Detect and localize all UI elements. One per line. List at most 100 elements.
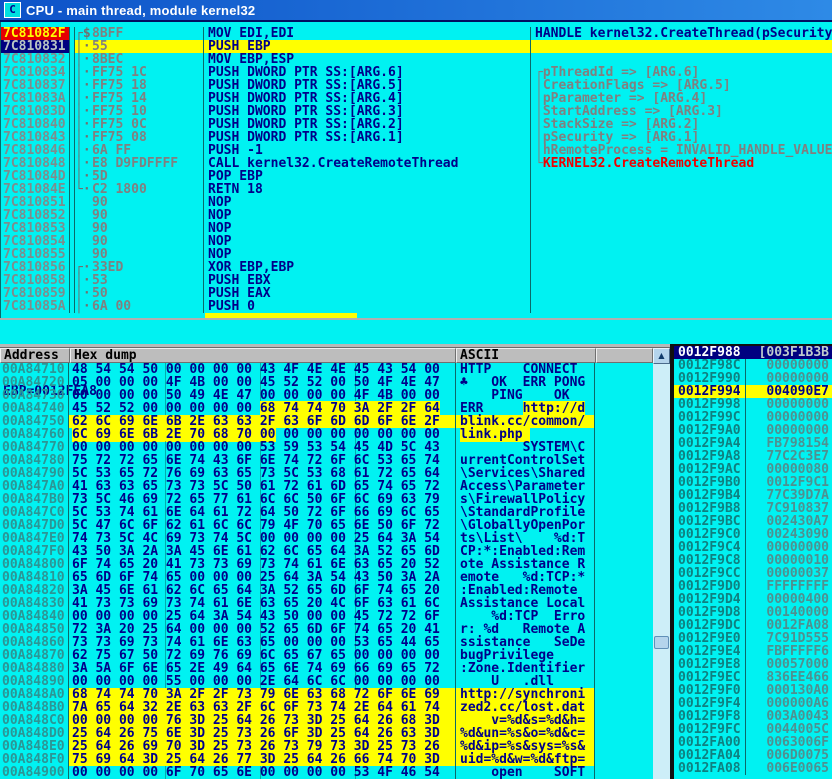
dump-extra-column	[595, 584, 653, 597]
window-title: CPU - main thread, module kernel32	[26, 3, 255, 18]
dump-extra-column	[595, 545, 653, 558]
dump-header-extra	[596, 348, 653, 363]
dump-extra-column	[595, 428, 653, 441]
dump-extra-column	[595, 766, 653, 779]
disasm-row[interactable]: 7C81085590NOP	[1, 248, 832, 261]
dump-extra-column	[595, 610, 653, 623]
dump-header-address: Address	[0, 348, 70, 363]
dump-address: 00A84900	[0, 766, 69, 779]
disasm-row[interactable]: 7C810848│·E8 D9FDFFFFCALL kernel32.Creat…	[1, 157, 832, 170]
comment-bracket: │	[535, 131, 543, 144]
dump-extra-column	[595, 558, 653, 571]
scrollbar-thumb[interactable]	[654, 636, 669, 649]
scroll-up-button[interactable]: ▲	[653, 348, 670, 364]
disasm-comment: │pSecurity => [ARG.1]	[530, 131, 832, 144]
dump-extra-column	[595, 636, 653, 649]
disasm-row[interactable]: 7C810856┌·33EDXOR EBP,EBP	[1, 261, 832, 274]
dump-extra-column	[595, 753, 653, 766]
disasm-comment	[530, 40, 832, 53]
disasm-row[interactable]: 7C81085290NOP	[1, 209, 832, 222]
dump-extra-column	[595, 740, 653, 753]
disassembly-pane[interactable]: 7C81082F┌$8BFFMOV EDI,EDIHANDLE kernel32…	[0, 22, 832, 318]
flow-bracket: │·	[75, 300, 92, 313]
dump-ascii: open SOFT	[455, 766, 595, 779]
disasm-comment: │StartAddress => [ARG.3]	[530, 105, 832, 118]
disasm-comment: └KERNEL32.CreateRemoteThread	[530, 157, 832, 170]
disasm-comment	[530, 300, 832, 313]
dump-extra-column	[595, 662, 653, 675]
comment-bracket: └	[535, 157, 543, 170]
dump-extra-column	[595, 493, 653, 506]
disasm-row[interactable]: 7C81082F┌$8BFFMOV EDI,EDIHANDLE kernel32…	[1, 27, 832, 40]
stack-value: 006E0065	[746, 762, 832, 775]
comment-text: pSecurity => [ARG.1]	[543, 131, 700, 144]
disasm-bytes: │·6A 00	[75, 300, 203, 313]
dump-hex: 00 00 00 00 6F 70 65 6E 00 00 00 00 53 4…	[69, 766, 455, 779]
disasm-comment: HANDLE kernel32.CreateThread(pSecurity	[530, 27, 832, 40]
stack-address: 0012FA08	[674, 762, 746, 775]
dump-extra-column	[595, 532, 653, 545]
disasm-comment	[530, 222, 832, 235]
disasm-row[interactable]: 7C810858│·53PUSH EBX	[1, 274, 832, 287]
dump-extra-column	[595, 727, 653, 740]
disasm-comment	[530, 261, 832, 274]
info-pane: Stack [0012F984]=7C800000 (kernel32.<STR…	[0, 318, 832, 344]
disasm-row[interactable]: 7C81085390NOP	[1, 222, 832, 235]
dump-row[interactable]: 00A8490000 00 00 00 6F 70 65 6E 00 00 00…	[0, 766, 653, 779]
comment-text: pParameter => [ARG.4]	[543, 92, 707, 105]
dump-scrollbar[interactable]: ▲	[653, 348, 670, 779]
dump-extra-column	[595, 441, 653, 454]
dump-header-ascii: ASCII	[456, 348, 596, 363]
comment-text: KERNEL32.CreateRemoteThread	[543, 157, 754, 170]
comment-bracket: │	[535, 118, 543, 131]
disasm-row[interactable]: 7C81085490NOP	[1, 235, 832, 248]
disasm-instruction: NOP	[203, 196, 530, 209]
disasm-address: 7C81085A	[1, 300, 70, 313]
disasm-row[interactable]: 7C81085A │·6A 00PUSH 0	[1, 300, 832, 313]
dump-extra-column	[595, 649, 653, 662]
title-bar[interactable]: C CPU - main thread, module kernel32	[0, 0, 832, 22]
dump-extra-column	[595, 714, 653, 727]
dump-extra-column	[595, 467, 653, 480]
cpu-window-icon: C	[4, 2, 21, 18]
dump-header-hex: Hex dump	[70, 348, 456, 363]
disasm-comment	[530, 209, 832, 222]
disasm-instruction: NOP	[203, 235, 530, 248]
dump-extra-column	[595, 402, 653, 415]
comment-bracket: │	[535, 79, 543, 92]
dump-extra-column	[595, 571, 653, 584]
disasm-comment	[530, 248, 832, 261]
comment-text: HANDLE kernel32.CreateThread(pSecurity	[535, 27, 832, 40]
dump-extra-column	[595, 415, 653, 428]
dump-extra-column	[595, 389, 653, 402]
hex-dump-pane[interactable]: Address Hex dump ASCII 00A8471048 54 54 …	[0, 344, 670, 779]
comment-text: CreationFlags => [ARG.5]	[543, 79, 731, 92]
dump-extra-column	[595, 506, 653, 519]
dump-rows: 00A8471048 54 54 50 00 00 00 00 43 4F 4E…	[0, 363, 653, 779]
disasm-comment	[530, 287, 832, 300]
dump-extra-column	[595, 480, 653, 493]
dump-extra-column	[595, 519, 653, 532]
disasm-row[interactable]: 7C81085190NOP	[1, 196, 832, 209]
bottom-panes: Address Hex dump ASCII 00A8471048 54 54 …	[0, 344, 832, 779]
disasm-comment	[530, 53, 832, 66]
disasm-comment: │pParameter => [ARG.4]	[530, 92, 832, 105]
flow-bracket: └·	[75, 183, 92, 196]
disasm-instruction: PUSH 0	[203, 300, 530, 313]
disasm-row[interactable]: 7C810831│·55PUSH EBP	[1, 40, 832, 53]
disasm-comment	[530, 235, 832, 248]
comment-bracket: │	[535, 144, 543, 157]
comment-text: hRemoteProcess = INVALID_HANDLE_VALUE	[543, 144, 832, 157]
disasm-comment: │CreationFlags => [ARG.5]	[530, 79, 832, 92]
disasm-comment: │hRemoteProcess = INVALID_HANDLE_VALUE	[530, 144, 832, 157]
disasm-instruction: RETN 18	[203, 183, 530, 196]
comment-text: StartAddress => [ARG.3]	[543, 105, 723, 118]
dump-extra-column	[595, 363, 653, 376]
dump-extra-column	[595, 454, 653, 467]
stack-pane[interactable]: 0012F988[003F1B3B0012F98C000000000012F99…	[670, 344, 832, 779]
stack-row[interactable]: 0012FA08006E0065	[674, 762, 832, 775]
comment-text: pThreadId => [ARG.6]	[543, 66, 700, 79]
dump-extra-column	[595, 376, 653, 389]
disasm-row[interactable]: 7C81084E└·C2 1800RETN 18	[1, 183, 832, 196]
ollydbg-cpu-window: { "window": { "title": "CPU - main threa…	[0, 0, 832, 779]
